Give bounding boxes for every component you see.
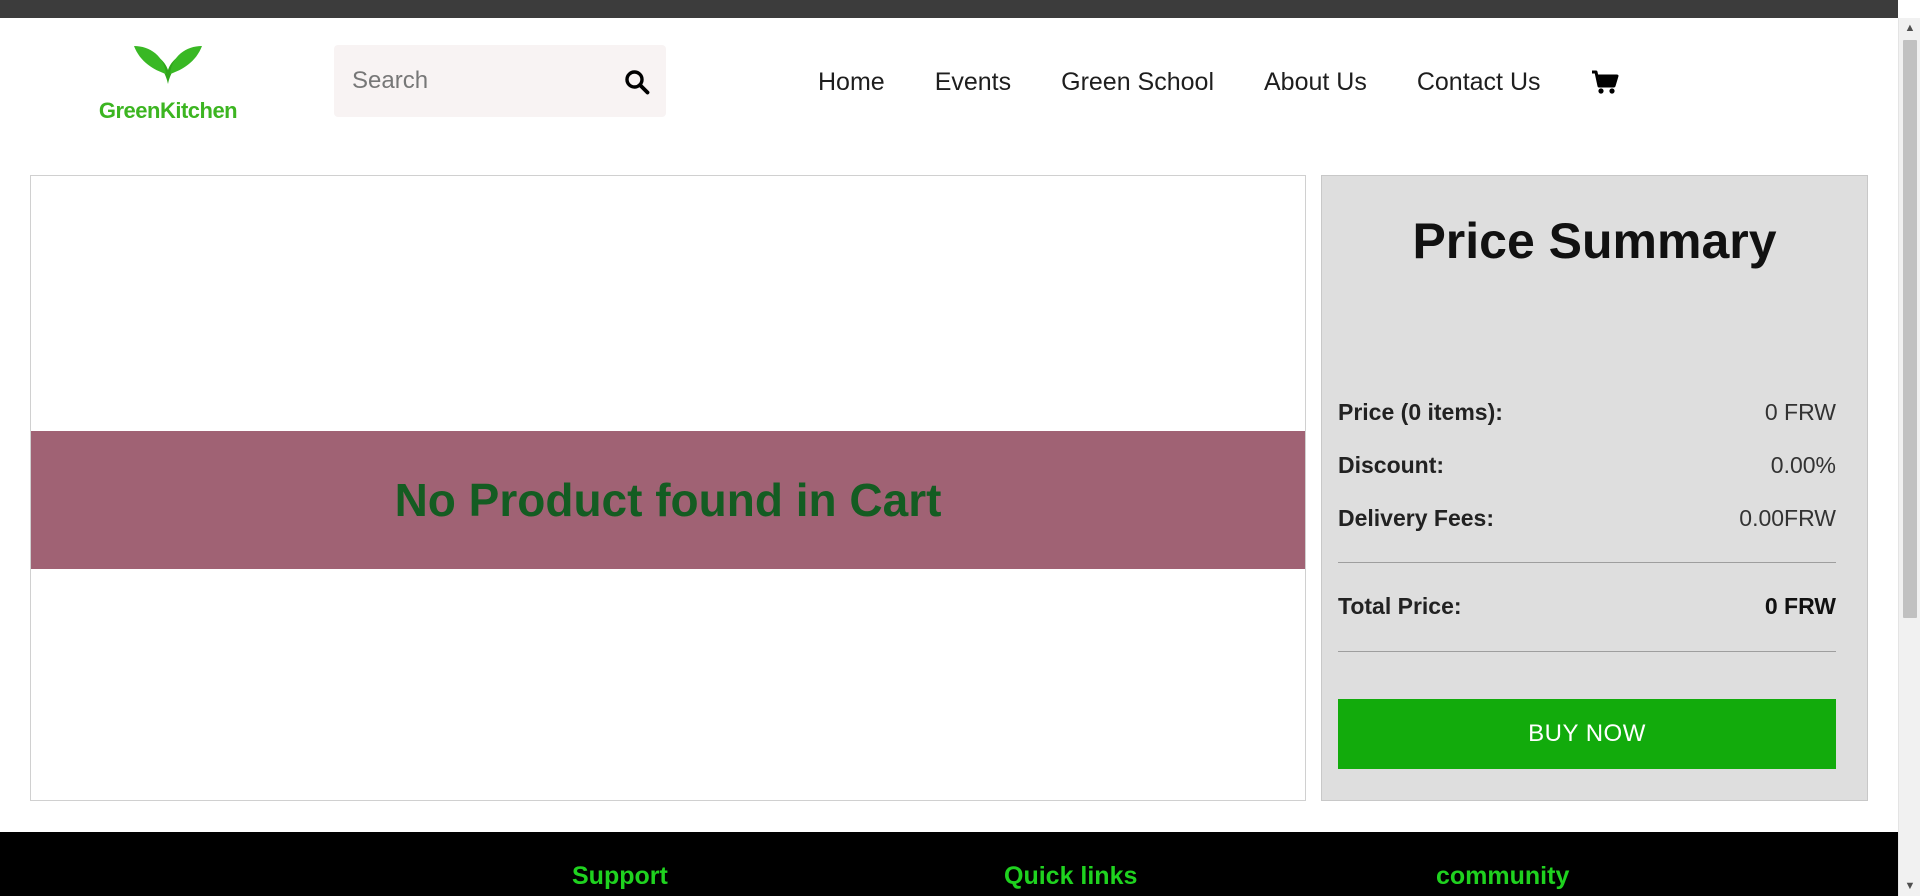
summary-row-delivery: Delivery Fees: 0.00FRW bbox=[1338, 501, 1836, 535]
buy-now-button[interactable]: BUY NOW bbox=[1338, 699, 1836, 769]
footer-heading-support: Support bbox=[572, 862, 668, 890]
shopping-cart-icon bbox=[1591, 70, 1619, 94]
summary-row-price: Price (0 items): 0 FRW bbox=[1338, 395, 1836, 429]
browser-top-strip bbox=[0, 0, 1898, 18]
scroll-up-arrow-icon[interactable]: ▲ bbox=[1899, 18, 1920, 38]
scroll-down-arrow-icon[interactable]: ▼ bbox=[1899, 876, 1920, 896]
cart-link[interactable] bbox=[1591, 69, 1619, 95]
scrollbar-thumb[interactable] bbox=[1903, 40, 1917, 618]
summary-discount-value: 0.00% bbox=[1770, 451, 1836, 478]
leaf-logo-icon bbox=[134, 46, 202, 84]
page: ▲ ▼ GreenKitchen Home Events bbox=[0, 0, 1920, 896]
summary-discount-label: Discount: bbox=[1338, 451, 1445, 478]
summary-row-discount: Discount: 0.00% bbox=[1338, 448, 1836, 482]
nav-contact-us[interactable]: Contact Us bbox=[1417, 68, 1541, 97]
summary-divider bbox=[1338, 651, 1836, 652]
nav-about-us[interactable]: About Us bbox=[1264, 68, 1367, 97]
footer-heading-community: community bbox=[1436, 862, 1570, 890]
site-footer: Support Quick links community bbox=[0, 832, 1898, 896]
summary-row-total: Total Price: 0 FRW bbox=[1338, 589, 1836, 623]
footer-heading-quick-links: Quick links bbox=[1004, 862, 1138, 890]
main-nav: Home Events Green School About Us Contac… bbox=[818, 62, 1619, 102]
summary-price-label: Price (0 items): bbox=[1338, 398, 1503, 425]
summary-delivery-label: Delivery Fees: bbox=[1338, 504, 1494, 531]
price-summary-panel: Price Summary Price (0 items): 0 FRW Dis… bbox=[1321, 175, 1868, 801]
summary-delivery-value: 0.00FRW bbox=[1739, 504, 1836, 531]
cart-items-panel: No Product found in Cart bbox=[30, 175, 1306, 801]
nav-green-school[interactable]: Green School bbox=[1061, 68, 1214, 97]
empty-cart-message: No Product found in Cart bbox=[394, 474, 942, 526]
search-button[interactable] bbox=[622, 67, 652, 97]
search-icon bbox=[625, 70, 650, 95]
search-box bbox=[334, 45, 666, 117]
empty-cart-banner: No Product found in Cart bbox=[31, 431, 1305, 569]
vertical-scrollbar[interactable]: ▲ ▼ bbox=[1898, 18, 1920, 896]
summary-divider bbox=[1338, 562, 1836, 563]
nav-events[interactable]: Events bbox=[935, 68, 1011, 97]
price-summary-title: Price Summary bbox=[1412, 213, 1777, 269]
site-header: GreenKitchen Home Events Green School Ab… bbox=[0, 18, 1898, 148]
summary-total-value: 0 FRW bbox=[1764, 592, 1836, 619]
logo-text: GreenKitchen bbox=[98, 98, 238, 123]
nav-home[interactable]: Home bbox=[818, 68, 885, 97]
search-input[interactable] bbox=[352, 63, 612, 99]
summary-price-value: 0 FRW bbox=[1764, 398, 1836, 425]
summary-total-label: Total Price: bbox=[1338, 592, 1462, 619]
site-logo[interactable]: GreenKitchen bbox=[86, 40, 250, 123]
